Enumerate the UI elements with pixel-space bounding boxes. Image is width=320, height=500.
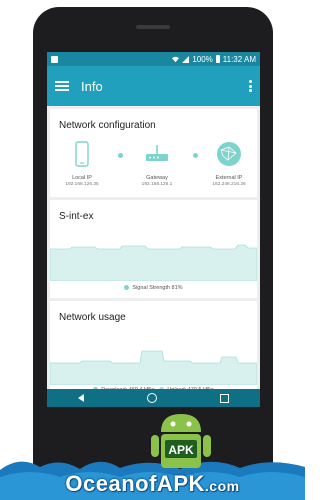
app-bar: Info — [47, 66, 260, 106]
signal-card[interactable]: S-int-ex Signal Strength 81% — [50, 200, 257, 298]
external-ip-node: External IP 162.246.216.26 — [199, 141, 259, 187]
signal-legend: Signal Strength 81% — [50, 285, 257, 291]
app-screen: 100% 11:32 AM Info Network configuration… — [47, 52, 260, 407]
signal-strength-graph — [50, 244, 257, 281]
local-ip-value: 192.168.126.35 — [65, 182, 99, 187]
recent-apps-button[interactable] — [219, 393, 229, 403]
connector-dot — [118, 153, 123, 158]
card-title: Network usage — [59, 312, 126, 323]
back-button[interactable] — [78, 394, 85, 402]
navigation-bar — [47, 389, 260, 407]
apk-badge-text: APK — [168, 443, 194, 457]
gateway-node: Gateway 192.168.126.1 — [127, 141, 187, 187]
battery-percent: 100% — [192, 54, 213, 64]
network-configuration-card[interactable]: Network configuration Local IP 192.168.1… — [50, 109, 257, 197]
apk-robot-logo: APK — [151, 414, 211, 468]
status-time: 11:32 AM — [222, 54, 256, 64]
phone-icon — [75, 141, 89, 167]
external-ip-value: 162.246.216.26 — [212, 182, 246, 187]
wifi-icon — [172, 56, 180, 62]
local-ip-label: Local IP — [72, 175, 92, 181]
notification-icon — [51, 55, 58, 63]
network-topology: Local IP 192.168.126.35 Gateway 192.168.… — [50, 141, 257, 191]
card-title: Network configuration — [59, 120, 156, 131]
network-usage-graph — [50, 350, 257, 385]
signal-strength-text: Signal Strength 81% — [132, 285, 183, 291]
watermark-suffix: .com — [204, 478, 240, 494]
external-ip-label: External IP — [215, 175, 243, 181]
connector-dot — [193, 153, 198, 158]
status-bar: 100% 11:32 AM — [47, 52, 260, 66]
battery-icon — [215, 55, 220, 63]
globe-icon — [217, 142, 241, 166]
gateway-label: Gateway — [146, 175, 168, 181]
router-icon — [146, 145, 168, 161]
signal-icon — [182, 55, 190, 63]
watermark-text: OceanofAPK.com — [0, 471, 305, 497]
home-button[interactable] — [146, 393, 157, 403]
hamburger-menu-icon[interactable] — [55, 81, 69, 91]
card-title: S-int-ex — [59, 211, 94, 222]
gateway-value: 192.168.126.1 — [141, 182, 173, 187]
page-title: Info — [81, 78, 103, 94]
legend-swatch — [124, 285, 130, 291]
watermark-brand: OceanofAPK — [65, 471, 205, 496]
local-ip-node: Local IP 192.168.126.35 — [52, 141, 112, 187]
more-options-icon[interactable] — [248, 80, 252, 92]
phone-speaker — [136, 25, 170, 29]
